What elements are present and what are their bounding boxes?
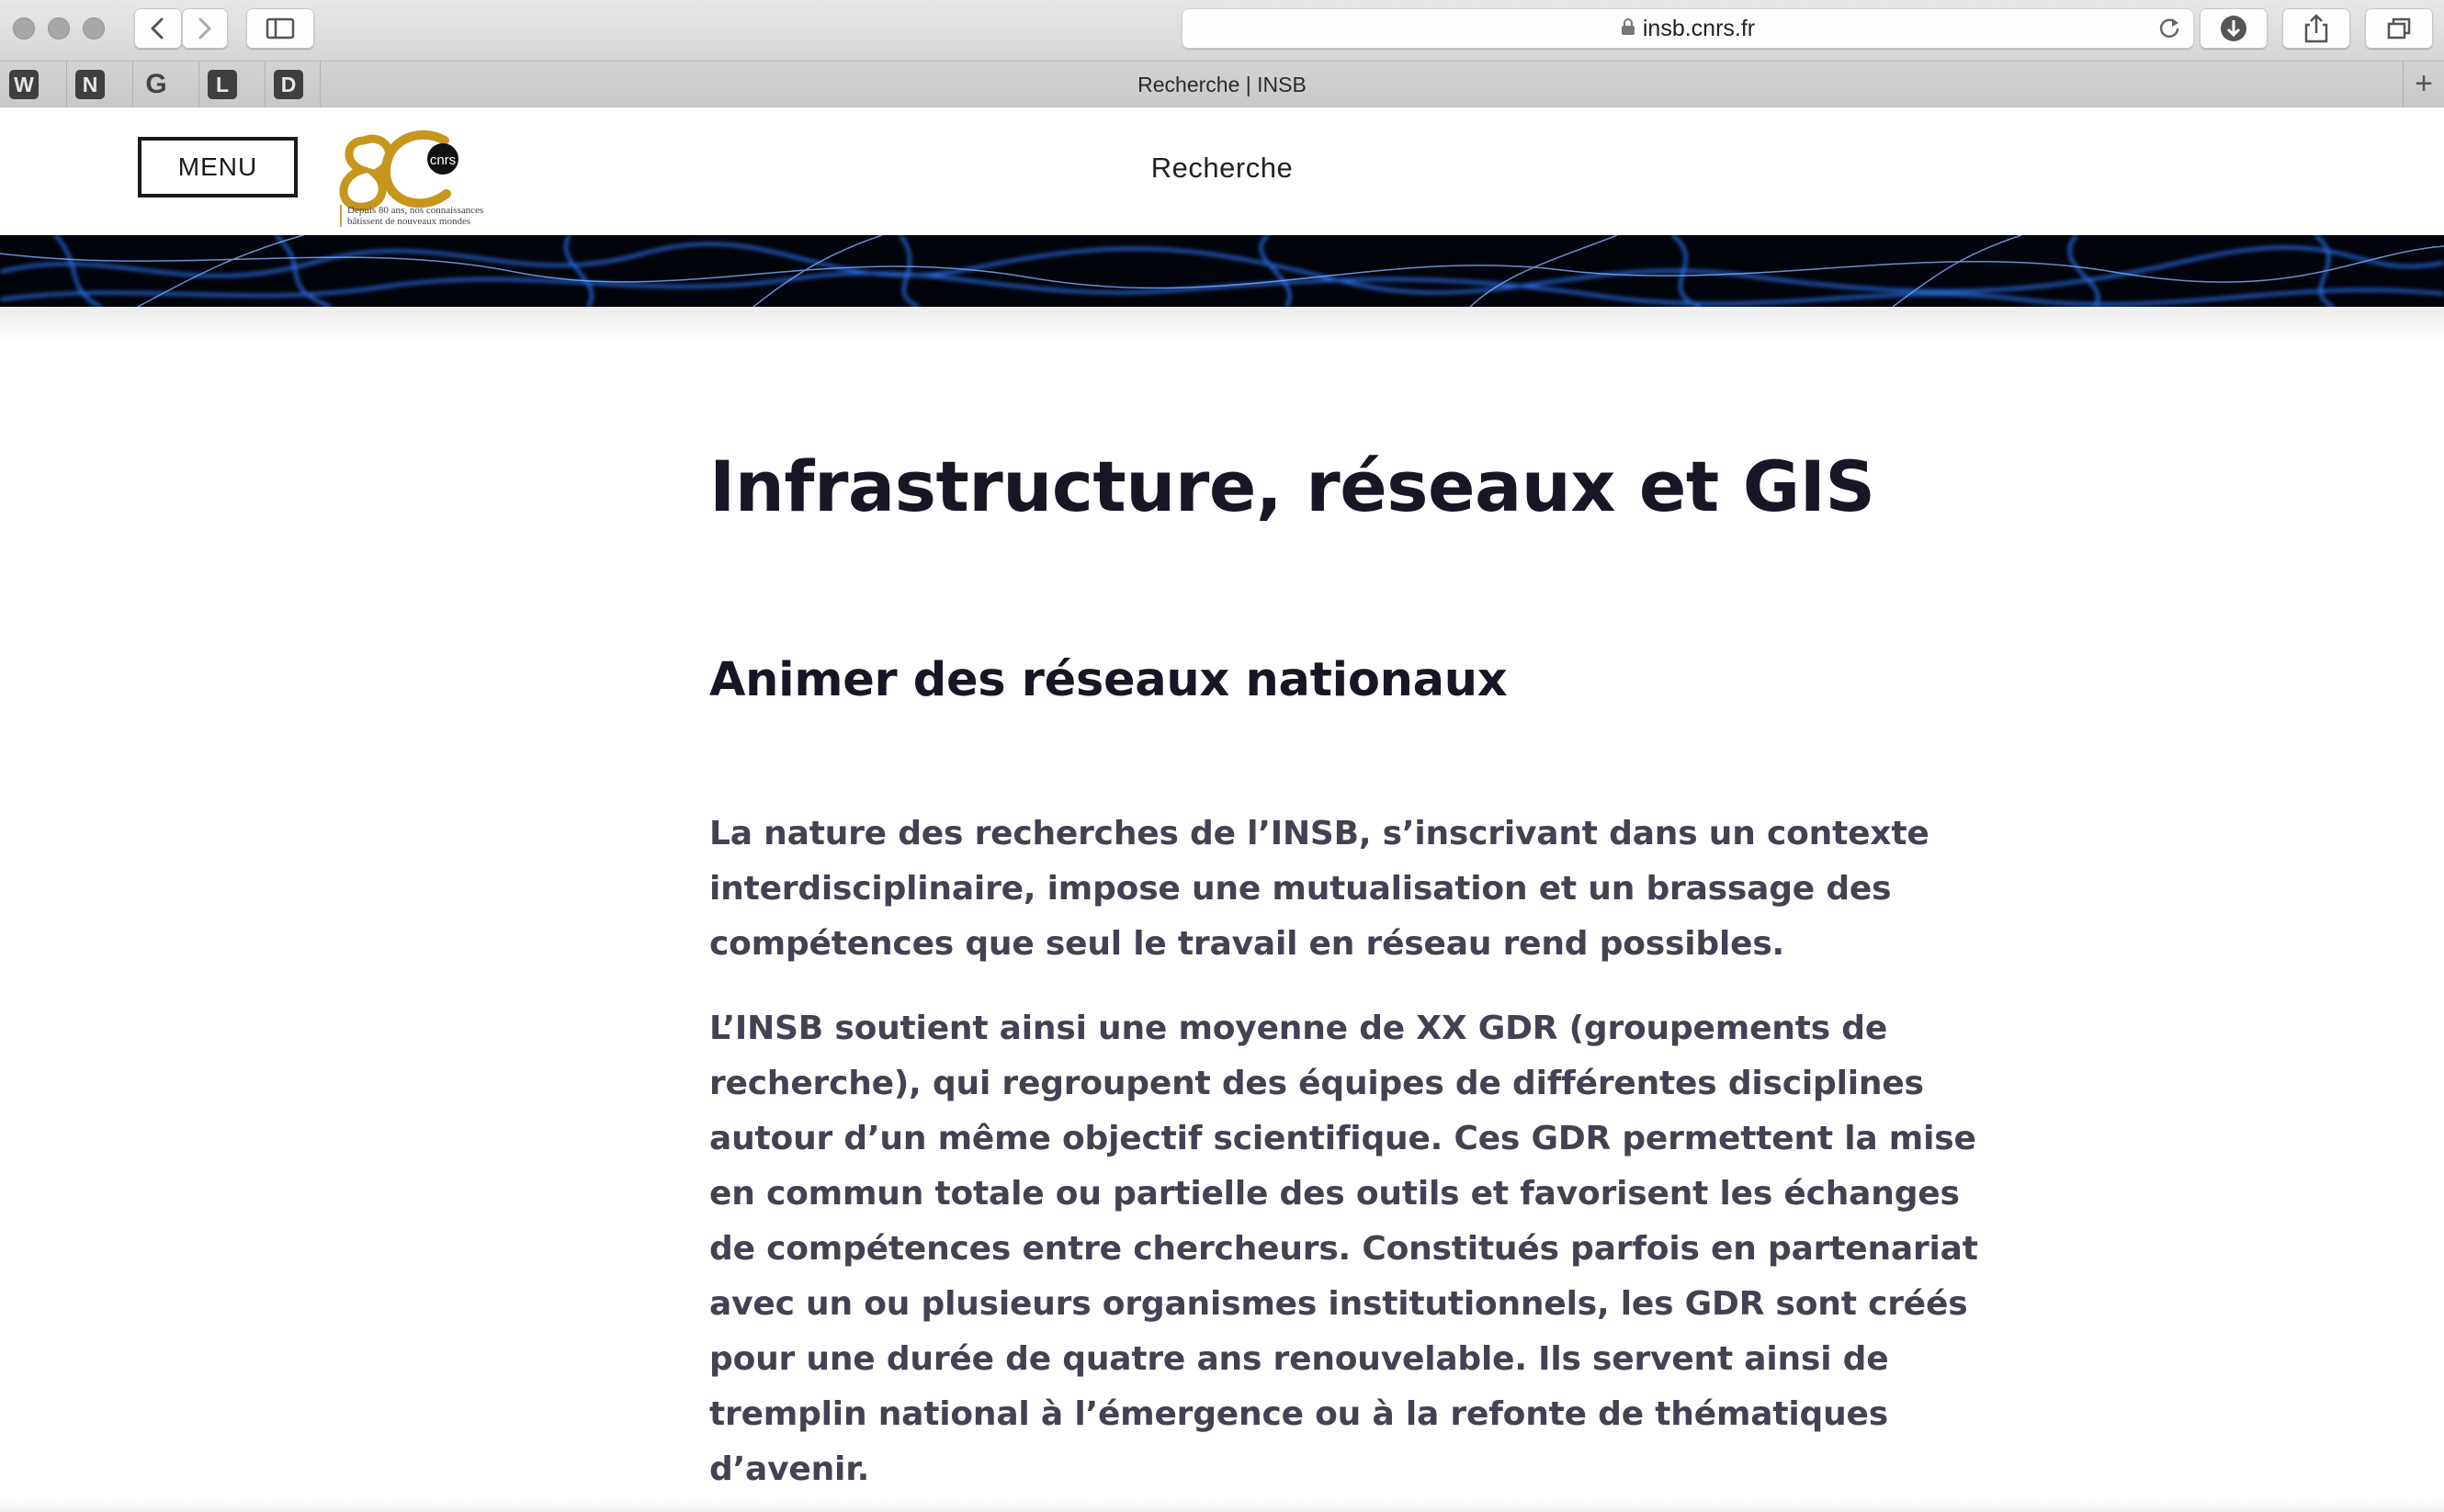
lock-icon bbox=[1621, 18, 1635, 36]
logo-caption-line2: bâtissent de nouveaux mondes bbox=[347, 216, 471, 227]
paragraph-line: d’avenir. bbox=[709, 1450, 870, 1488]
paragraph-line: en commun totale ou partielle des outils… bbox=[709, 1175, 1960, 1213]
tabs-icon bbox=[2387, 17, 2411, 39]
sidebar-button[interactable] bbox=[246, 8, 314, 49]
header-banner-image bbox=[0, 235, 2444, 307]
tabs-overview-button[interactable] bbox=[2365, 8, 2433, 49]
address-bar[interactable]: insb.cnrs.fr bbox=[1182, 8, 2194, 49]
paragraph-line: recherche), qui regroupent des équipes d… bbox=[709, 1065, 1924, 1102]
paragraph-line: compétences que seul le travail en résea… bbox=[709, 925, 1785, 963]
back-icon bbox=[151, 17, 164, 39]
download-icon bbox=[2221, 16, 2246, 41]
gdr-paragraph: L’INSB soutient ainsi une moyenne de XX … bbox=[709, 1001, 1978, 1497]
browser-toolbar: insb.cnrs.fr bbox=[0, 0, 2444, 61]
back-button[interactable] bbox=[134, 8, 182, 49]
intro-paragraph: La nature des recherches de l’INSB, s’in… bbox=[709, 807, 1940, 972]
url-text: insb.cnrs.fr bbox=[1642, 16, 1756, 41]
paragraph-line: de compétences entre chercheurs. Constit… bbox=[709, 1230, 1978, 1268]
paragraph-line: L’INSB soutient ainsi une moyenne de XX … bbox=[709, 1010, 1888, 1047]
bottom-edge bbox=[0, 1497, 2444, 1512]
paragraph-line: La nature des recherches de l’INSB, s’in… bbox=[709, 815, 1929, 852]
active-tab[interactable]: Recherche | INSB bbox=[0, 62, 2444, 107]
close-window-button[interactable] bbox=[13, 17, 35, 39]
section-title: Recherche bbox=[1150, 152, 1294, 184]
reload-icon[interactable] bbox=[2157, 16, 2183, 41]
paragraph-line: avec un ou plusieurs organismes institut… bbox=[709, 1285, 1968, 1323]
logo-caption: Depuis 80 ans, nos connaissances bâtisse… bbox=[340, 205, 483, 227]
logo-caption-line1: Depuis 80 ans, nos connaissances bbox=[347, 205, 484, 216]
menu-button[interactable]: MENU bbox=[138, 137, 298, 197]
page-title: Infrastructure, réseaux et GIS bbox=[709, 446, 1875, 527]
logo-badge-text: cnrs bbox=[430, 152, 456, 168]
site-header: MENU cnrs Depuis 80 ans, nos connaissanc… bbox=[0, 107, 2444, 235]
forward-icon bbox=[198, 17, 211, 39]
new-tab-button[interactable]: + bbox=[2403, 62, 2444, 107]
paragraph-line: tremplin national à l’émergence ou à la … bbox=[709, 1395, 1888, 1433]
zoom-window-button[interactable] bbox=[83, 17, 105, 39]
share-icon bbox=[2304, 14, 2328, 43]
section-heading: Animer des réseaux nationaux bbox=[709, 653, 1508, 707]
paragraph-line: autour d’un même objectif scientifique. … bbox=[709, 1120, 1976, 1157]
sidebar-icon bbox=[266, 17, 295, 39]
paragraph-line: pour une durée de quatre ans renouvelabl… bbox=[709, 1340, 1889, 1378]
downloads-button[interactable] bbox=[2200, 8, 2268, 49]
main-content: Infrastructure, réseaux et GIS Animer de… bbox=[709, 441, 1978, 1488]
paragraph-line: interdisciplinaire, impose une mutualisa… bbox=[709, 870, 1892, 908]
tab-bar: W N G L D Recherche | INSB + bbox=[0, 61, 2444, 108]
minimize-window-button[interactable] bbox=[48, 17, 70, 39]
neuron-network-image bbox=[0, 235, 2444, 307]
share-button[interactable] bbox=[2282, 8, 2350, 49]
forward-button[interactable] bbox=[182, 8, 228, 49]
banner-shadow bbox=[0, 307, 2444, 344]
